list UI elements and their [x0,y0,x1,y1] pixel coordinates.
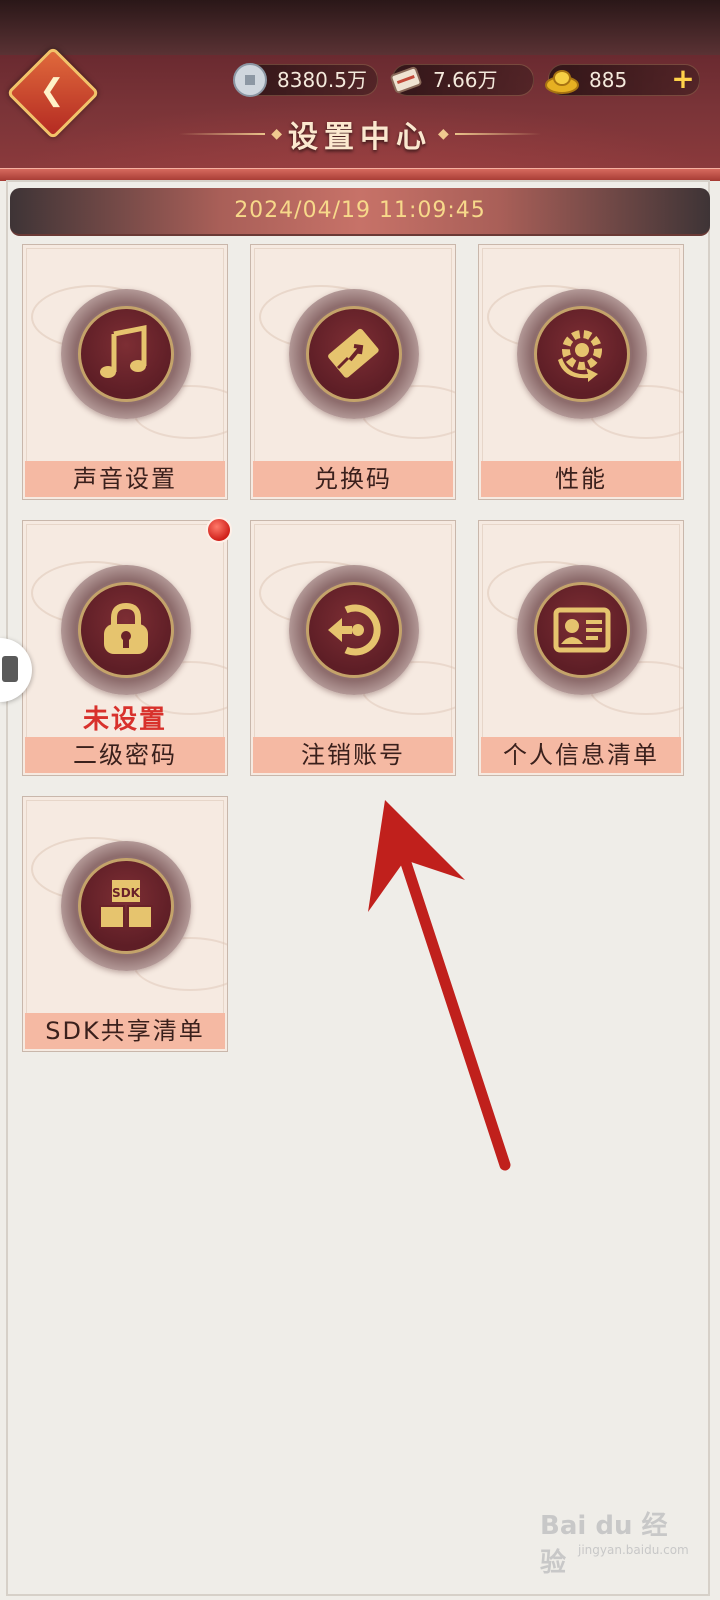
tile-label: 声音设置 [25,461,225,497]
silver-coin-counter: 8380.5万 [233,63,378,97]
medal-frame: SDK [61,841,191,971]
password-status: 未设置 [82,705,167,735]
baidu-watermark: Bai du 经验 jingyan.baidu.com [540,1505,690,1578]
add-gold-button[interactable]: + [671,65,695,93]
tile-label: 兑换码 [253,461,453,497]
medal-frame [289,565,419,695]
diamond-ornament-icon: ◆ [271,126,282,142]
title-divider-right [454,133,541,135]
datetime-bar: 2024/04/19 11:09:45 [10,188,710,236]
sdk-cubes-icon: SDK [99,880,153,929]
tile-label: 个人信息清单 [481,737,681,773]
tile-personal-info-list[interactable]: 个人信息清单 [478,520,684,776]
tile-label: 注销账号 [253,737,453,773]
ticket-icon [328,328,379,378]
svg-text:SDK: SDK [112,886,141,900]
scroll-icon [390,66,422,94]
tile-performance[interactable]: 性能 [478,244,684,500]
tile-delete-account[interactable]: 注销账号 [250,520,456,776]
tile-redeem-code[interactable]: 兑换码 [250,244,456,500]
gold-ingot-icon [545,70,579,94]
watermark-sub: jingyan.baidu.com [578,1543,689,1557]
scroll-value: 7.66万 [433,68,498,92]
medal-frame [517,289,647,419]
logout-icon [328,604,381,656]
id-card-icon [553,607,611,653]
title-banner: ◆ 设置中心 ◆ [160,112,560,156]
lock-icon [104,602,148,654]
status-bar [0,0,720,55]
music-note-icon [100,324,147,378]
gold-ingot-counter: 885 + [545,64,700,96]
watermark-main: Bai du 经验 [540,1511,668,1578]
title-divider-left [179,133,266,135]
page-title: 设置中心 [288,120,432,155]
gear-refresh-icon [558,330,602,382]
tile-sdk-share-list[interactable]: SDK SDK共享清单 [22,796,228,1052]
scroll-counter: 7.66万 [390,64,534,96]
tile-label: 性能 [481,461,681,497]
tile-label: 二级密码 [25,737,225,773]
tile-secondary-password[interactable]: 未设置 二级密码 [22,520,228,776]
gold-ingot-value: 885 [589,68,628,92]
medal-frame [61,565,191,695]
notification-badge [206,517,232,543]
medal-frame [61,289,191,419]
silver-coin-icon [233,63,267,97]
tile-label: SDK共享清单 [25,1013,225,1049]
diamond-ornament-icon: ◆ [438,126,449,142]
medal-frame [517,565,647,695]
medal-frame [289,289,419,419]
silver-coin-value: 8380.5万 [277,68,367,92]
tile-sound-settings[interactable]: 声音设置 [22,244,228,500]
back-arrow-icon: ❮ [39,72,65,108]
